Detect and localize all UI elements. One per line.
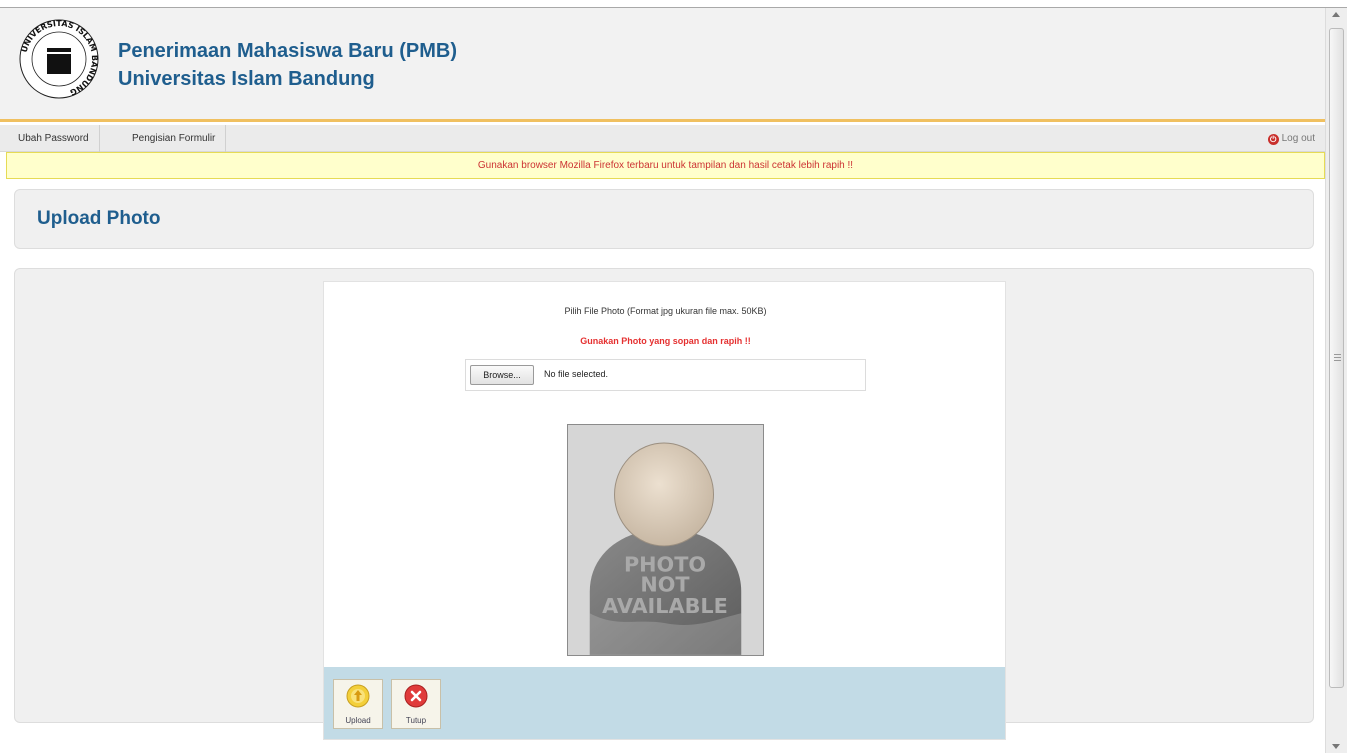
action-bar: Upload Tutup <box>324 667 1005 739</box>
main-menu-bar: Ubah Password Pengisian Formulir ⏻ Log ou… <box>0 125 1325 152</box>
scroll-grip-line <box>1334 360 1341 361</box>
upload-instruction: Pilih File Photo (Format jpg ukuran file… <box>564 306 767 316</box>
scroll-down-arrow-icon[interactable] <box>1332 744 1340 749</box>
scroll-up-arrow-icon[interactable] <box>1332 12 1340 17</box>
page-title-panel: Upload Photo <box>14 189 1314 249</box>
photo-placeholder-image: PHOTO NOT AVAILABLE <box>567 424 764 656</box>
power-icon: ⏻ <box>1267 134 1279 145</box>
site-header: UNIVERSITAS ISLAM BANDUNG Penerimaan Mah… <box>0 8 1325 122</box>
vertical-scrollbar[interactable] <box>1325 8 1347 753</box>
site-title-line1: Penerimaan Mahasiswa Baru (PMB) <box>118 40 457 62</box>
placeholder-text-available: AVAILABLE <box>602 594 728 618</box>
upload-button-label: Upload <box>345 716 371 725</box>
close-button-label: Tutup <box>405 716 427 725</box>
upload-icon <box>346 684 370 708</box>
menu-item-ubah-password[interactable]: Ubah Password <box>8 125 100 152</box>
browser-notice: Gunakan browser Mozilla Firefox terbaru … <box>6 152 1325 179</box>
site-title-line2: Universitas Islam Bandung <box>118 68 375 90</box>
menu-item-pengisian-formulir[interactable]: Pengisian Formulir <box>122 125 227 152</box>
close-icon <box>404 684 428 708</box>
scrollbar-thumb[interactable] <box>1329 28 1344 688</box>
scroll-grip-line <box>1334 354 1341 355</box>
close-button[interactable]: Tutup <box>391 679 441 729</box>
scroll-grip-line <box>1334 357 1341 358</box>
browse-button[interactable]: Browse... <box>470 365 534 385</box>
logout-label: Log out <box>1281 133 1315 144</box>
page-title: Upload Photo <box>37 208 161 229</box>
placeholder-text-not: NOT <box>640 572 690 596</box>
upload-button[interactable]: Upload <box>333 679 383 729</box>
file-input[interactable]: Browse... No file selected. <box>465 359 866 391</box>
logout-link[interactable]: ⏻ Log out <box>1267 125 1325 152</box>
upload-warning: Gunakan Photo yang sopan dan rapih !! <box>580 336 751 346</box>
file-status-text: No file selected. <box>544 369 609 379</box>
upload-card: Pilih File Photo (Format jpg ukuran file… <box>323 281 1006 740</box>
browser-top-edge <box>0 0 1347 8</box>
university-logo: UNIVERSITAS ISLAM BANDUNG <box>19 19 99 99</box>
